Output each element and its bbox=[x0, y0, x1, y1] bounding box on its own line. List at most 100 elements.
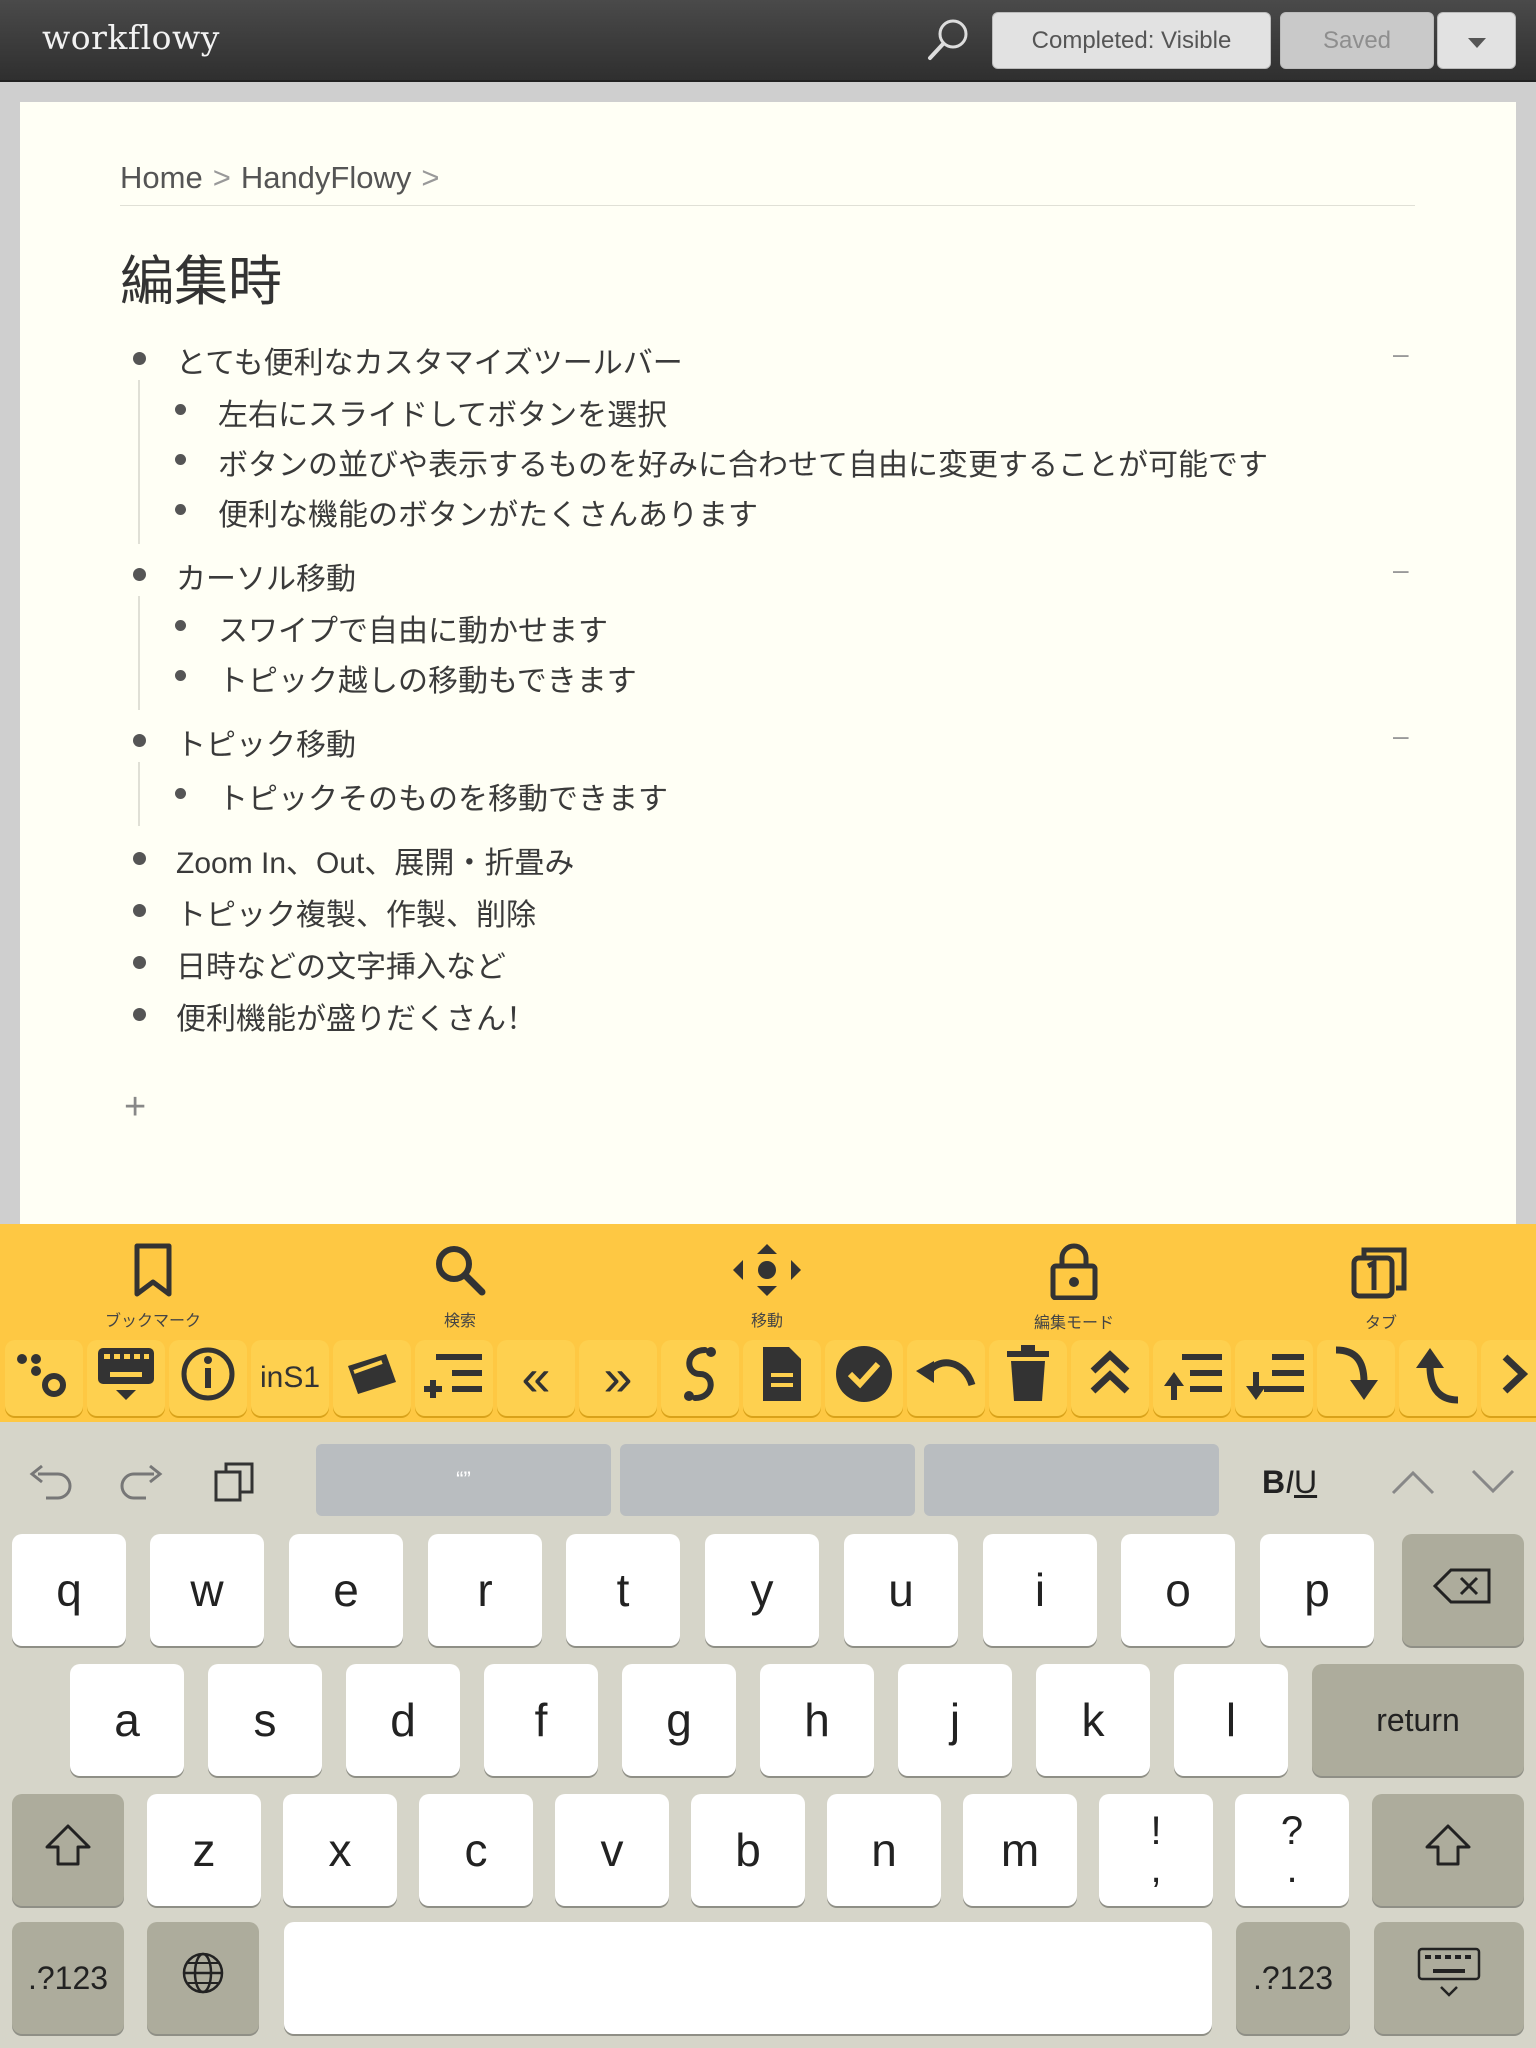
bullet[interactable] bbox=[175, 620, 186, 631]
collapse-toggle[interactable]: – bbox=[1393, 554, 1409, 586]
collapse-toggle[interactable]: – bbox=[1393, 338, 1409, 370]
completed-visible-button[interactable]: Completed: Visible bbox=[992, 12, 1271, 69]
add-item-button[interactable]: + bbox=[124, 1086, 146, 1129]
double-right-button[interactable]: » bbox=[579, 1340, 657, 1416]
key-m[interactable]: m bbox=[963, 1794, 1077, 1906]
key-v[interactable]: v bbox=[555, 1794, 669, 1906]
key-g[interactable]: g bbox=[622, 1664, 736, 1776]
double-up-button[interactable] bbox=[1071, 1340, 1149, 1416]
key-x[interactable]: x bbox=[283, 1794, 397, 1906]
bullet[interactable] bbox=[133, 1008, 146, 1021]
key-t[interactable]: t bbox=[566, 1534, 680, 1646]
saved-button[interactable]: Saved bbox=[1280, 12, 1434, 69]
bullet[interactable] bbox=[133, 352, 146, 365]
indent-up-button[interactable] bbox=[1153, 1340, 1231, 1416]
bullet[interactable] bbox=[133, 734, 146, 747]
key-l[interactable]: l bbox=[1174, 1664, 1288, 1776]
link-button[interactable] bbox=[661, 1340, 739, 1416]
key-question-period[interactable]: ?. bbox=[1235, 1794, 1349, 1906]
list-item[interactable]: トピック越しの移動もできます bbox=[218, 656, 637, 700]
key-a[interactable]: a bbox=[70, 1664, 184, 1776]
key-u[interactable]: u bbox=[844, 1534, 958, 1646]
list-item[interactable]: 便利機能が盛りだくさん！ bbox=[176, 994, 536, 1038]
key-n[interactable]: n bbox=[827, 1794, 941, 1906]
bullet[interactable] bbox=[175, 404, 186, 415]
edit-mode-button[interactable]: 編集モード bbox=[974, 1224, 1174, 1336]
format-biu[interactable]: BIU bbox=[1262, 1464, 1317, 1501]
list-item[interactable]: とても便利なカスタマイズツールバー bbox=[176, 338, 683, 382]
bullet[interactable] bbox=[175, 504, 186, 515]
undo-button[interactable] bbox=[907, 1340, 985, 1416]
page-title[interactable]: 編集時 bbox=[120, 237, 282, 316]
key-w[interactable]: w bbox=[150, 1534, 264, 1646]
key-d[interactable]: d bbox=[346, 1664, 460, 1776]
key-f[interactable]: f bbox=[484, 1664, 598, 1776]
list-item[interactable]: 便利な機能のボタンがたくさんあります bbox=[218, 490, 758, 534]
numbers-key-right[interactable]: .?123 bbox=[1236, 1922, 1350, 2034]
list-item[interactable]: 左右にスライドしてボタンを選択 bbox=[218, 390, 667, 434]
double-left-button[interactable]: « bbox=[497, 1340, 575, 1416]
trash-button[interactable] bbox=[989, 1340, 1067, 1416]
underline-button[interactable]: U bbox=[1294, 1464, 1317, 1500]
shift-key-left[interactable] bbox=[12, 1794, 124, 1906]
key-h[interactable]: h bbox=[760, 1664, 874, 1776]
bookmark-button[interactable]: ブックマーク bbox=[53, 1224, 253, 1336]
key-p[interactable]: p bbox=[1260, 1534, 1374, 1646]
move-button[interactable]: 移動 bbox=[667, 1224, 867, 1336]
kbd-paste-icon[interactable] bbox=[214, 1460, 256, 1507]
list-item[interactable]: ボタンの並びや表示するものを好みに合わせて自由に変更することが可能です bbox=[218, 440, 1268, 484]
list-item[interactable]: 日時などの文字挿入など bbox=[176, 942, 506, 986]
key-s[interactable]: s bbox=[208, 1664, 322, 1776]
suggestion-slot[interactable] bbox=[924, 1444, 1219, 1516]
list-item[interactable]: カーソル移動 bbox=[176, 554, 356, 598]
shift-key-right[interactable] bbox=[1372, 1794, 1524, 1906]
cards-button[interactable] bbox=[333, 1340, 411, 1416]
add-line-button[interactable] bbox=[415, 1340, 493, 1416]
next-button[interactable] bbox=[1481, 1340, 1536, 1416]
list-item[interactable]: スワイプで自由に動かせます bbox=[218, 606, 608, 650]
bullet[interactable] bbox=[133, 852, 146, 865]
key-k[interactable]: k bbox=[1036, 1664, 1150, 1776]
dismiss-keyboard-key[interactable] bbox=[1374, 1922, 1524, 2034]
key-q[interactable]: q bbox=[12, 1534, 126, 1646]
ins1-button[interactable]: inS1 bbox=[251, 1340, 329, 1416]
globe-key[interactable] bbox=[147, 1922, 259, 2034]
bullet[interactable] bbox=[133, 904, 146, 917]
arrow-down-right-button[interactable] bbox=[1317, 1340, 1395, 1416]
quote-suggestion[interactable]: “” bbox=[316, 1444, 611, 1516]
kbd-undo-icon[interactable] bbox=[28, 1460, 74, 1505]
search-icon[interactable] bbox=[925, 16, 973, 64]
keyboard-hide-button[interactable] bbox=[87, 1340, 165, 1416]
info-button[interactable] bbox=[169, 1340, 247, 1416]
key-e[interactable]: e bbox=[289, 1534, 403, 1646]
bullet[interactable] bbox=[175, 670, 186, 681]
kbd-redo-icon[interactable] bbox=[118, 1460, 164, 1505]
bold-button[interactable]: B bbox=[1262, 1464, 1285, 1500]
key-z[interactable]: z bbox=[147, 1794, 261, 1906]
return-key[interactable]: return bbox=[1312, 1664, 1524, 1776]
key-o[interactable]: o bbox=[1121, 1534, 1235, 1646]
key-exclamation-comma[interactable]: !, bbox=[1099, 1794, 1213, 1906]
breadcrumb-handyflowy[interactable]: HandyFlowy bbox=[241, 160, 412, 195]
document-button[interactable] bbox=[743, 1340, 821, 1416]
chevron-down-icon[interactable] bbox=[1470, 1468, 1516, 1501]
key-y[interactable]: y bbox=[705, 1534, 819, 1646]
list-item[interactable]: トピック複製、作製、削除 bbox=[176, 890, 536, 934]
italic-button[interactable]: I bbox=[1285, 1464, 1294, 1500]
chevron-up-icon[interactable] bbox=[1390, 1468, 1436, 1501]
space-key[interactable] bbox=[284, 1922, 1212, 2034]
key-j[interactable]: j bbox=[898, 1664, 1012, 1776]
settings-dots-button[interactable] bbox=[5, 1340, 83, 1416]
breadcrumb-home[interactable]: Home bbox=[120, 160, 203, 195]
list-item[interactable]: トピック移動 bbox=[176, 720, 356, 764]
bullet[interactable] bbox=[175, 788, 186, 799]
indent-down-button[interactable] bbox=[1235, 1340, 1313, 1416]
list-item[interactable]: トピックそのものを移動できます bbox=[218, 774, 668, 818]
backspace-key[interactable] bbox=[1402, 1534, 1524, 1646]
search-button[interactable]: 検索 bbox=[360, 1224, 560, 1336]
app-logo[interactable]: workflowy bbox=[42, 18, 220, 57]
bullet[interactable] bbox=[133, 568, 146, 581]
tabs-button[interactable]: タブ bbox=[1281, 1224, 1481, 1336]
list-item[interactable]: Zoom In、Out、展開・折畳み bbox=[176, 838, 574, 882]
collapse-toggle[interactable]: – bbox=[1393, 720, 1409, 752]
